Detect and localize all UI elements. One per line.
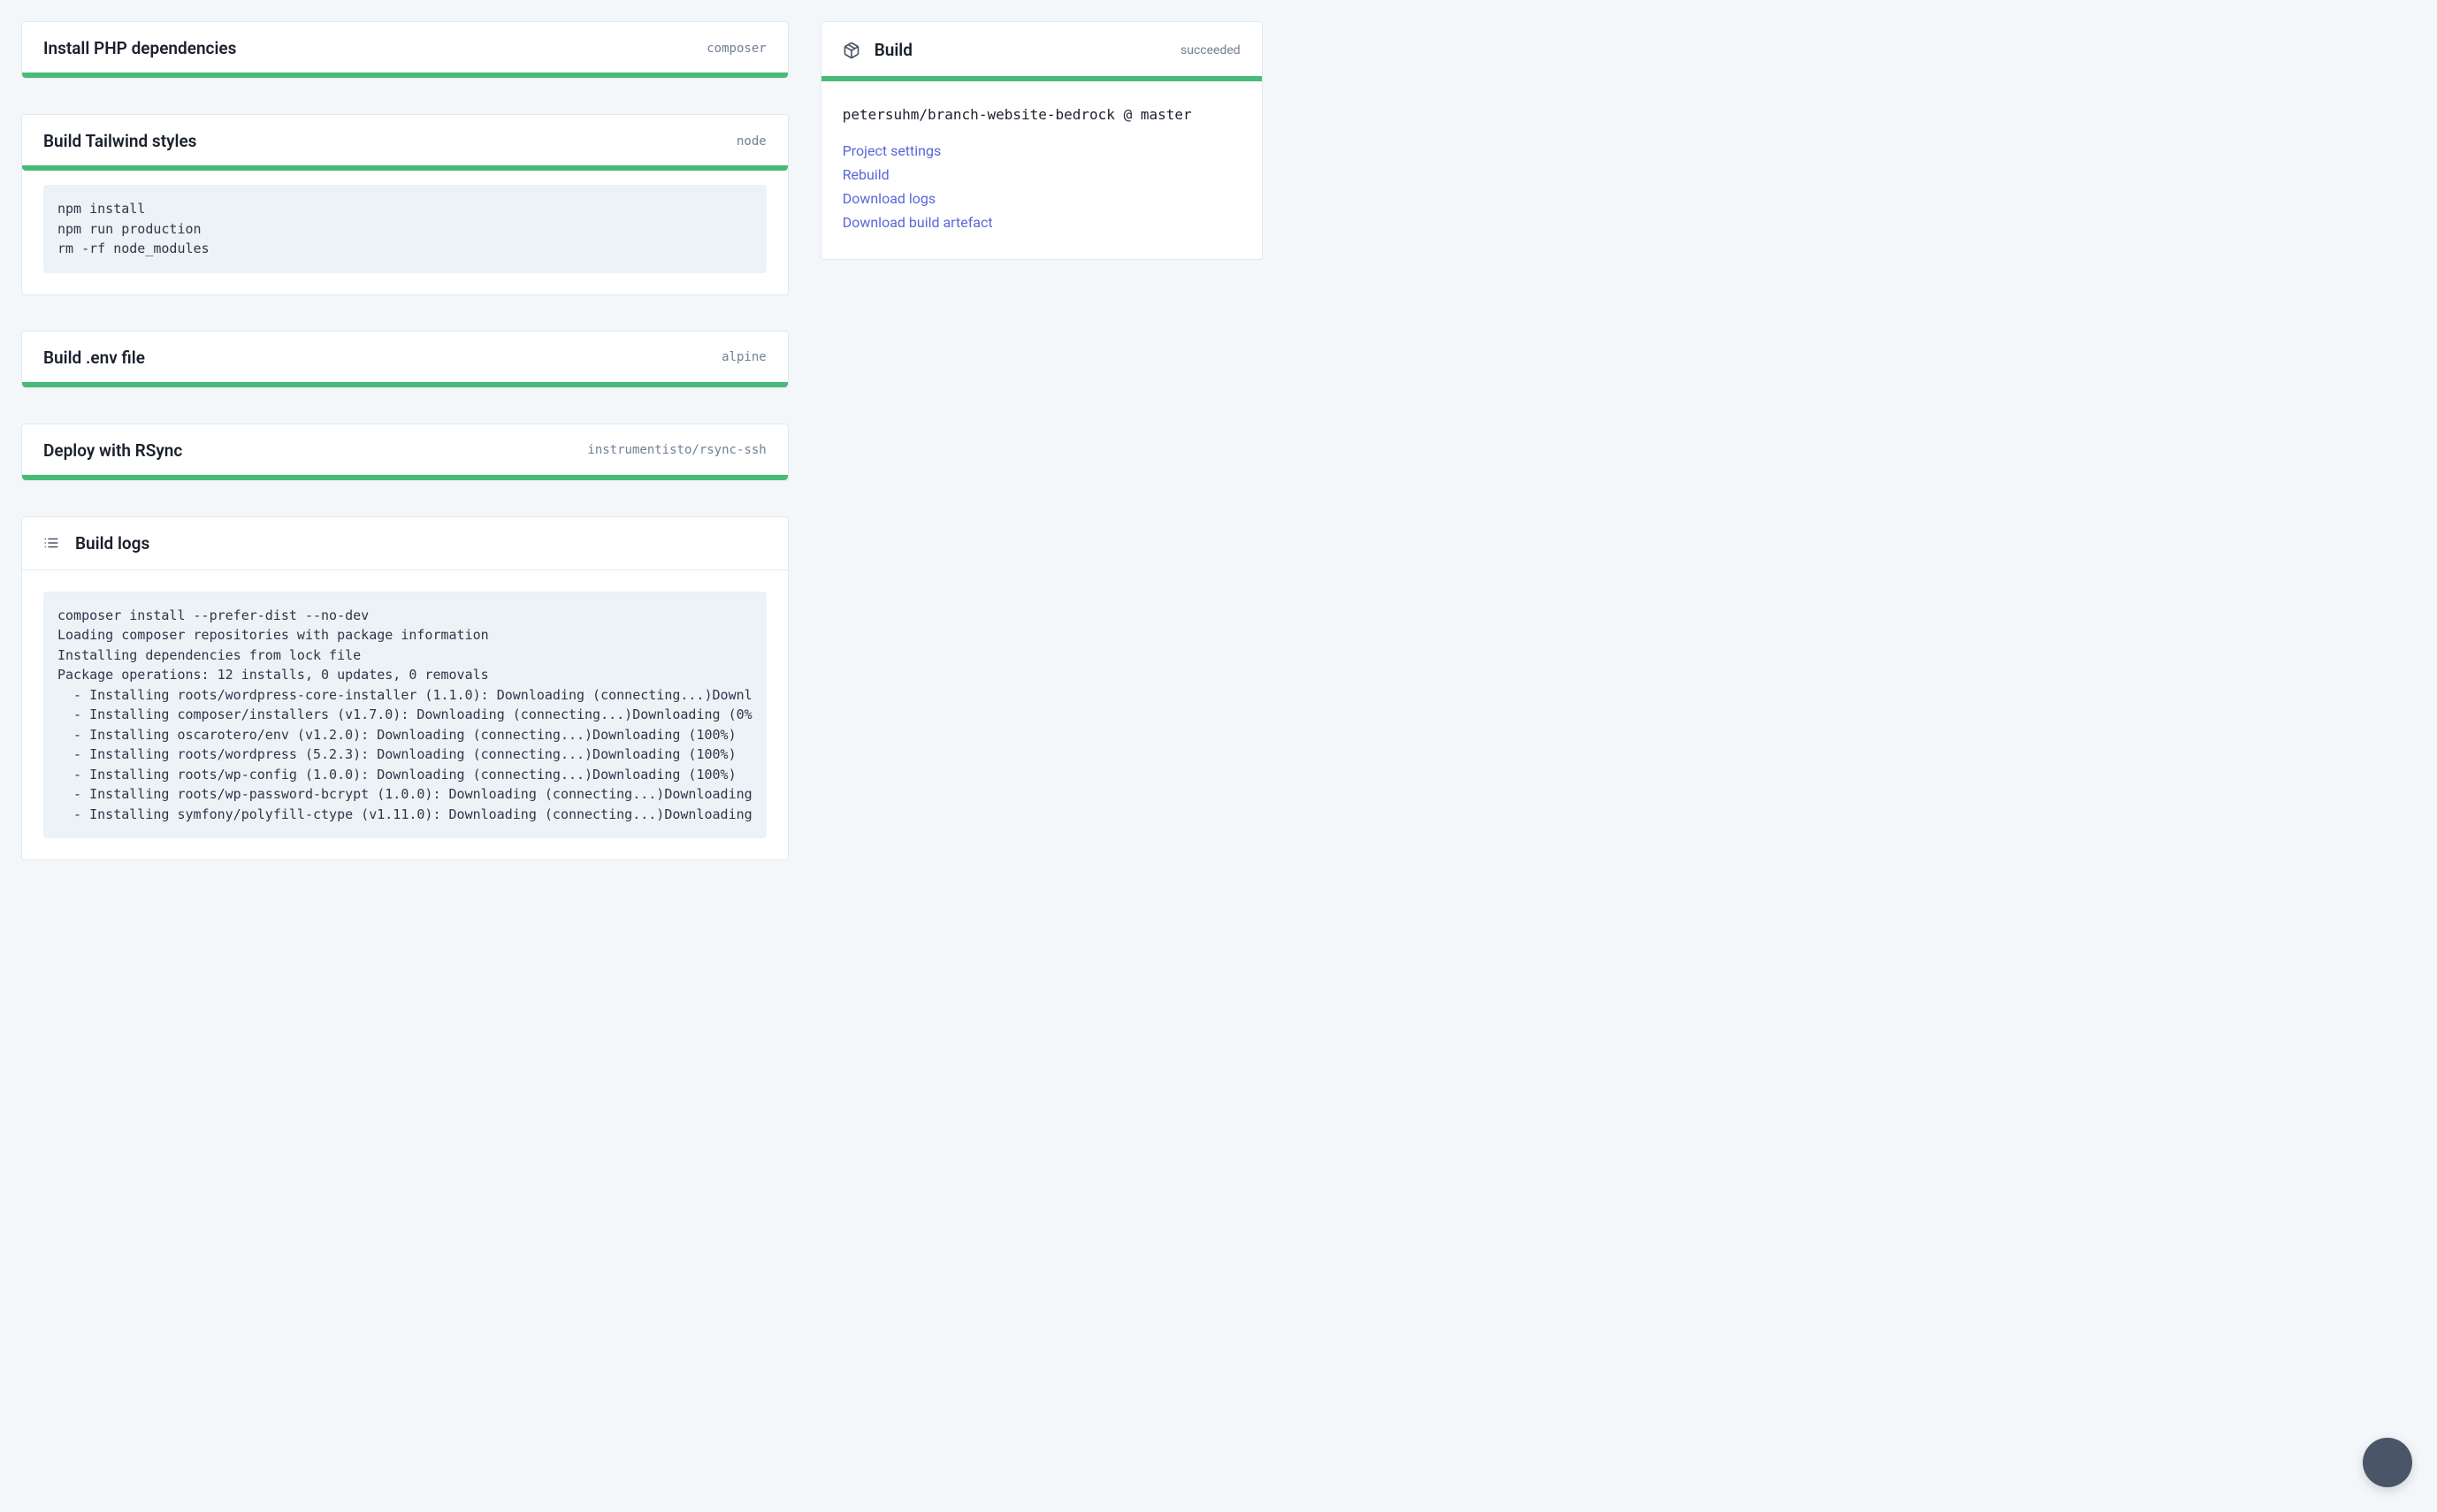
build-summary-card: Build succeeded petersuhm/branch-website… bbox=[821, 21, 1263, 260]
project-settings-link[interactable]: Project settings bbox=[843, 142, 942, 159]
step-title: Install PHP dependencies bbox=[43, 38, 236, 58]
action-links: Project settings Rebuild Download logs D… bbox=[843, 142, 1241, 231]
package-icon bbox=[843, 42, 860, 59]
step-tag: composer bbox=[707, 42, 766, 56]
step-header[interactable]: Deploy with RSync instrumentisto/rsync-s… bbox=[22, 424, 788, 475]
chat-icon bbox=[2376, 1451, 2399, 1474]
build-step-card: Build Tailwind styles node npm install n… bbox=[21, 114, 789, 295]
step-tag: instrumentisto/rsync-ssh bbox=[587, 443, 766, 457]
status-bar-success bbox=[22, 382, 788, 387]
status-bar-success bbox=[22, 73, 788, 78]
rebuild-link[interactable]: Rebuild bbox=[843, 166, 890, 183]
step-title: Build .env file bbox=[43, 347, 145, 368]
logs-header: Build logs bbox=[22, 517, 788, 570]
build-step-card: Deploy with RSync instrumentisto/rsync-s… bbox=[21, 424, 789, 481]
step-body: npm install npm run production rm -rf no… bbox=[22, 171, 788, 294]
logs-title: Build logs bbox=[75, 533, 149, 554]
download-logs-link[interactable]: Download logs bbox=[843, 190, 936, 207]
step-header[interactable]: Build Tailwind styles node bbox=[22, 115, 788, 165]
step-header[interactable]: Install PHP dependencies composer bbox=[22, 22, 788, 73]
status-bar-success bbox=[22, 475, 788, 480]
step-code: npm install npm run production rm -rf no… bbox=[43, 185, 767, 273]
build-logs-card: Build logs composer install --prefer-dis… bbox=[21, 516, 789, 861]
repo-ref: petersuhm/branch-website-bedrock @ maste… bbox=[843, 106, 1241, 123]
step-title: Deploy with RSync bbox=[43, 440, 182, 461]
summary-title: Build bbox=[875, 40, 913, 60]
build-step-card: Install PHP dependencies composer bbox=[21, 21, 789, 79]
list-icon bbox=[43, 535, 59, 551]
step-header[interactable]: Build .env file alpine bbox=[22, 332, 788, 382]
status-badge: succeeded bbox=[1180, 43, 1241, 57]
build-step-card: Build .env file alpine bbox=[21, 331, 789, 388]
download-artefact-link[interactable]: Download build artefact bbox=[843, 214, 993, 231]
logs-content: composer install --prefer-dist --no-dev … bbox=[43, 592, 767, 839]
step-title: Build Tailwind styles bbox=[43, 131, 196, 151]
step-tag: alpine bbox=[722, 350, 767, 364]
summary-header: Build succeeded bbox=[821, 22, 1262, 76]
summary-body: petersuhm/branch-website-bedrock @ maste… bbox=[821, 81, 1262, 259]
chat-fab[interactable] bbox=[2363, 1438, 2412, 1487]
step-tag: node bbox=[737, 134, 767, 149]
